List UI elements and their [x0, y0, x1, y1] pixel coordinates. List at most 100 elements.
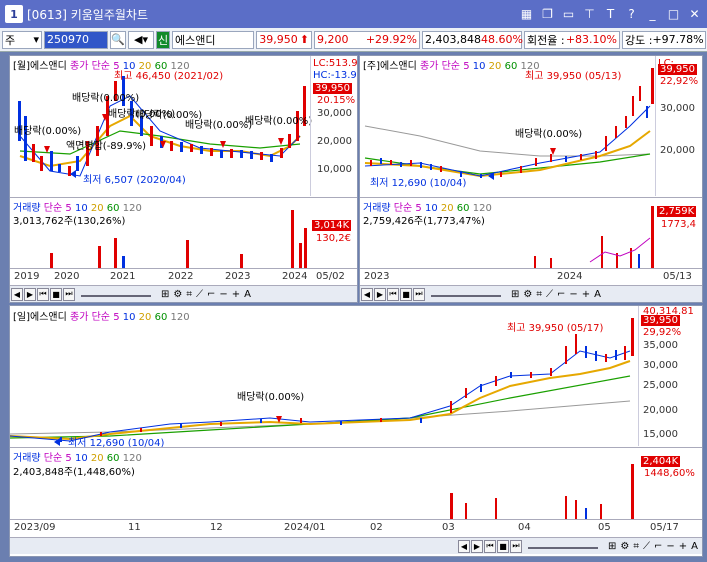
- x-tick: 2022: [168, 271, 194, 282]
- zoom-out-icon[interactable]: −: [569, 289, 577, 300]
- auto-scale-icon[interactable]: A: [691, 541, 698, 552]
- text-icon[interactable]: T: [602, 5, 619, 22]
- x-tick: 05/02: [316, 271, 345, 282]
- turnover-info: 회전율 : +83.10%: [524, 30, 620, 49]
- daily-volume-tag: 2,404K: [641, 456, 681, 467]
- nav-last-icon[interactable]: ⏭: [413, 287, 425, 301]
- nav-right-icon[interactable]: ▶: [374, 287, 386, 301]
- line-icon[interactable]: ⟋: [196, 289, 203, 300]
- nav-first-icon[interactable]: ⏮: [37, 287, 49, 301]
- new-listing-badge: 신: [156, 30, 170, 49]
- x-tick: 05: [598, 522, 611, 533]
- settings-icon[interactable]: ⚙: [173, 289, 182, 300]
- stop-icon[interactable]: ■: [50, 287, 62, 301]
- nav-first-icon[interactable]: ⏮: [483, 539, 496, 553]
- daily-price-pct: 29,92%: [643, 327, 682, 338]
- daily-price-tag: 39,950: [641, 315, 680, 326]
- y-tick: 25,000: [643, 380, 678, 391]
- monthly-dividend-label: 배당락(0.00%): [185, 120, 253, 131]
- nav-left-icon[interactable]: ◀: [361, 287, 373, 301]
- monthly-dividend-label: 배당락(0.00%): [72, 93, 140, 104]
- pin-icon[interactable]: ⊤: [581, 5, 598, 22]
- x-tick: 2023: [364, 271, 390, 282]
- nav-right-icon[interactable]: ▶: [470, 539, 483, 553]
- zoom-out-icon[interactable]: −: [666, 541, 674, 552]
- x-tick: 2024: [282, 271, 308, 282]
- market-select[interactable]: 주 ▾: [2, 30, 42, 49]
- zoom-slider[interactable]: [431, 291, 501, 297]
- settings-icon[interactable]: ⚙: [620, 541, 629, 552]
- draw-icon[interactable]: ⌗: [536, 289, 542, 300]
- settings-icon[interactable]: ⚙: [523, 289, 532, 300]
- window-number-badge: 1: [5, 5, 23, 23]
- title-bar: 1 [0613] 키움일주월차트 ▦ ❐ ▭ ⊤ T ? _ □ ✕: [0, 0, 707, 28]
- line-icon[interactable]: ⟋: [546, 289, 553, 300]
- x-tick: 04: [518, 522, 531, 533]
- line-icon[interactable]: ⟋: [643, 541, 650, 552]
- nav-last-icon[interactable]: ⏭: [509, 539, 522, 553]
- copy-icon[interactable]: ❐: [539, 5, 556, 22]
- x-tick: 12: [210, 522, 223, 533]
- auto-scale-icon[interactable]: A: [594, 289, 601, 300]
- x-tick: 2023/09: [14, 522, 56, 533]
- zoom-slider[interactable]: [527, 543, 598, 549]
- auto-scale-icon[interactable]: A: [244, 289, 251, 300]
- cursor-icon[interactable]: ⌐: [654, 541, 662, 552]
- daily-navbar: ◀ ▶ ⏮ ■ ⏭ ⊞ ⚙ ⌗ ⟋ ⌐ − + A: [10, 537, 702, 554]
- weekly-price-pct: 22,92%: [660, 76, 699, 87]
- weekly-candles: [370, 68, 654, 178]
- maximize-icon[interactable]: □: [665, 5, 682, 22]
- zoom-out-icon[interactable]: −: [219, 289, 227, 300]
- stock-name: 에스앤디: [172, 30, 254, 49]
- window-icon[interactable]: ▭: [560, 5, 577, 22]
- zoom-in-icon[interactable]: +: [582, 289, 590, 300]
- speaker-icon[interactable]: ◀▾: [128, 30, 154, 49]
- draw-icon[interactable]: ⌗: [186, 289, 192, 300]
- y-tick: 10,000: [317, 164, 352, 175]
- grid-icon[interactable]: ⊞: [608, 541, 616, 552]
- stop-icon[interactable]: ■: [400, 287, 412, 301]
- minimize-icon[interactable]: _: [644, 5, 661, 22]
- weekly-volume-bars: [534, 206, 654, 268]
- cursor-icon[interactable]: ⌐: [557, 289, 565, 300]
- x-tick: 2021: [110, 271, 136, 282]
- x-tick: 02: [370, 522, 383, 533]
- daily-high-annotation: 최고 39,950 (05/17): [507, 323, 604, 334]
- monthly-hc-label: HC:-13.9: [313, 70, 357, 81]
- monthly-volume-bars: [50, 210, 307, 268]
- cursor-icon[interactable]: ⌐: [207, 289, 215, 300]
- nav-right-icon[interactable]: ▶: [24, 287, 36, 301]
- y-tick: 20,000: [643, 405, 678, 416]
- monthly-chart-panel: [월]에스앤디 종가 단순 5 10 20 60 120 최고 46,450 (…: [9, 55, 358, 303]
- stop-icon[interactable]: ■: [496, 539, 509, 553]
- calculator-icon[interactable]: ▦: [518, 5, 535, 22]
- help-icon[interactable]: ?: [623, 5, 640, 22]
- stock-code-input[interactable]: 250970: [44, 30, 108, 49]
- x-tick: 05/13: [663, 271, 692, 282]
- y-tick: 30,000: [643, 360, 678, 371]
- nav-left-icon[interactable]: ◀: [11, 287, 23, 301]
- search-icon[interactable]: 🔍: [110, 30, 126, 49]
- monthly-xaxis: 2019 2020 2021 2022 2023 2024 05/02: [10, 268, 357, 284]
- stock-toolbar: 주 ▾ 250970 🔍 ◀▾ 신 에스앤디 39,950 ⬆ 9,200 +29.9…: [0, 28, 707, 52]
- nav-first-icon[interactable]: ⏮: [387, 287, 399, 301]
- zoom-slider[interactable]: [81, 291, 151, 297]
- weekly-volume-pct: 1773,4: [661, 219, 696, 230]
- monthly-lc-label: LC:513.9: [313, 58, 358, 69]
- close-icon[interactable]: ✕: [686, 5, 703, 22]
- zoom-in-icon[interactable]: +: [679, 541, 687, 552]
- draw-icon[interactable]: ⌗: [633, 541, 639, 552]
- volume-info: 2,403,848 48.60%: [422, 30, 523, 49]
- zoom-in-icon[interactable]: +: [232, 289, 240, 300]
- y-tick: 30,000: [660, 103, 695, 114]
- daily-volume-bars: [450, 464, 634, 519]
- nav-last-icon[interactable]: ⏭: [63, 287, 75, 301]
- grid-icon[interactable]: ⊞: [161, 289, 169, 300]
- nav-left-icon[interactable]: ◀: [457, 539, 470, 553]
- weekly-yaxis: LC: 39,950 22,92% 30,000 20,000: [655, 56, 702, 196]
- chevron-down-icon: ▾: [33, 33, 39, 46]
- daily-yaxis: 40,314.81 39,950 29,92% 35,000 30,000 25…: [638, 306, 702, 446]
- monthly-yaxis: LC:513.9 HC:-13.9 39,950 20.15% 30,000 2…: [310, 56, 358, 196]
- grid-icon[interactable]: ⊞: [511, 289, 519, 300]
- monthly-price-tag: 39,950: [313, 83, 352, 94]
